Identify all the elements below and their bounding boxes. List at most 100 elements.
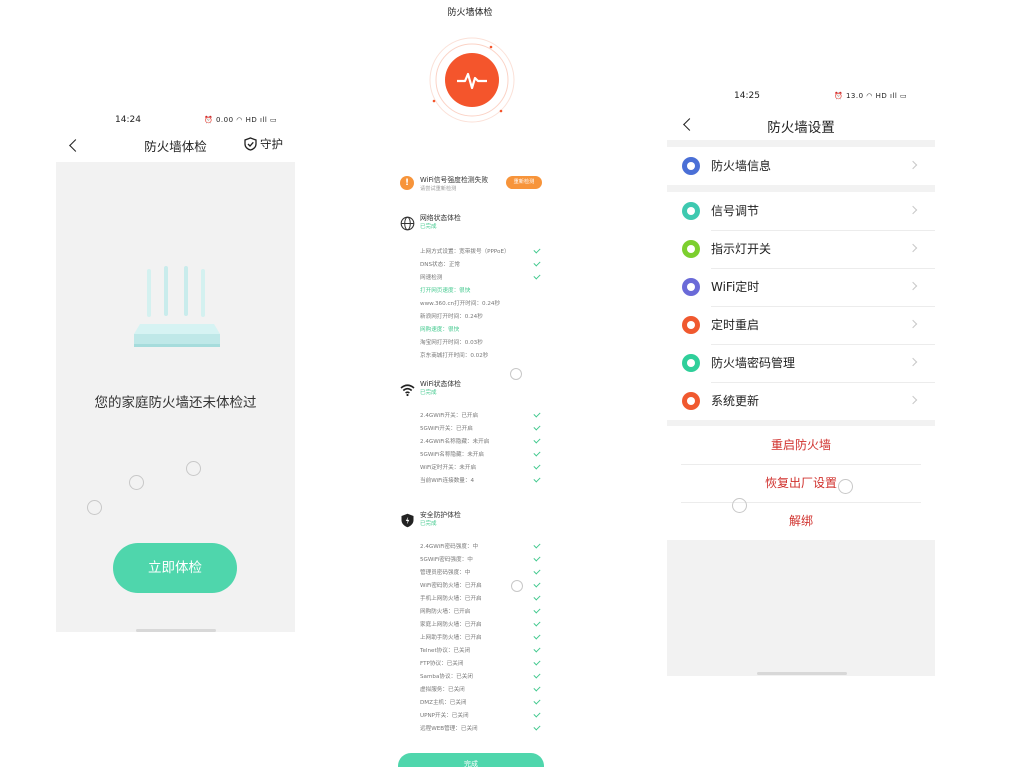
check-item: 京东商城打开时间：0.02秒	[420, 353, 489, 359]
section-title: WiFi状态体检	[420, 380, 461, 388]
settings-group-info: 防火墙信息	[667, 147, 935, 185]
menu-label: 定时重启	[711, 318, 760, 332]
reboot-firewall-button[interactable]: 重启防火墙	[667, 426, 935, 464]
check-item: DMZ主机：已关闭	[420, 700, 467, 706]
hourglass-icon	[682, 278, 700, 296]
check-icon	[533, 567, 541, 575]
chevron-right-icon	[908, 281, 918, 291]
menu-item-password-management[interactable]: 防火墙密码管理	[667, 344, 935, 382]
check-icon	[533, 645, 541, 653]
menu-item-scheduled-reboot[interactable]: 定时重启	[667, 306, 935, 344]
chevron-right-icon	[908, 319, 918, 329]
indicator-light-icon	[682, 240, 700, 258]
check-item: 手机上网防火墙：已开启	[420, 596, 482, 602]
top-bar: 14:25 ⏰ 13.0 ◠ HD ıll ▭ 防火墙设置	[667, 84, 935, 140]
factory-reset-button[interactable]: 恢复出厂设置	[667, 464, 935, 502]
recheck-button[interactable]: 重新检测	[506, 176, 542, 189]
settings-group-functions: 信号调节 指示灯开关 WiFi定时 定时重启 防火墙密码管理 系统更新	[667, 192, 935, 420]
chevron-right-icon	[908, 243, 918, 253]
check-item: 网购防火墙：已开启	[420, 609, 471, 615]
check-item: 上网助手防火墙：已开启	[420, 635, 482, 641]
status-time: 14:25	[734, 91, 760, 101]
home-indicator	[136, 629, 216, 632]
chevron-right-icon	[908, 205, 918, 215]
check-icon	[533, 697, 541, 705]
check-icon	[533, 423, 541, 431]
chevron-right-icon	[908, 160, 918, 170]
start-checkup-button[interactable]: 立即体检	[113, 543, 237, 593]
done-button[interactable]: 完成	[398, 753, 544, 767]
menu-item-indicator-light[interactable]: 指示灯开关	[667, 230, 935, 268]
check-item: www.360.cn打开时间：0.24秒	[420, 301, 501, 307]
page-title: 防火墙体检	[447, 8, 493, 18]
router-illustration	[134, 266, 220, 347]
ripple-circle	[838, 479, 853, 494]
check-item: 当前WiFi连接数量：4	[420, 478, 475, 484]
check-icon	[533, 449, 541, 457]
check-icon	[533, 619, 541, 627]
check-icon	[533, 684, 541, 692]
shield-check-icon[interactable]	[244, 137, 257, 151]
ripple-circle	[129, 475, 144, 490]
check-item: 2.4GWiFi开关：已开启	[420, 413, 479, 419]
check-item: 管理员密码强度：中	[420, 570, 471, 576]
check-item: DNS状态：正常	[420, 262, 461, 268]
check-icon	[533, 632, 541, 640]
chevron-right-icon	[908, 357, 918, 367]
check-item: 淘宝网打开时间：0.03秒	[420, 340, 483, 346]
empty-state-text: 您的家庭防火墙还未体检过	[94, 395, 257, 411]
firewall-settings-screen: 14:25 ⏰ 13.0 ◠ HD ıll ▭ 防火墙设置 防火墙信息 信号调节…	[667, 84, 935, 676]
menu-item-wifi-timer[interactable]: WiFi定时	[667, 268, 935, 306]
alert-subtitle: 请尝试重新检测	[420, 186, 457, 192]
check-item: FTP协议：已关闭	[420, 661, 464, 667]
check-icon	[533, 593, 541, 601]
check-item: UPNP开关：已关闭	[420, 713, 469, 719]
check-item: 打开网页速度：很快	[420, 288, 471, 294]
firewall-info-icon	[682, 157, 700, 175]
check-item: 2.4GWiFi名称隐藏：未开启	[420, 439, 490, 445]
update-icon	[682, 392, 700, 410]
status-icons: ⏰ 13.0 ◠ HD ıll ▭	[834, 92, 908, 100]
check-icon	[533, 606, 541, 614]
menu-item-system-update[interactable]: 系统更新	[667, 382, 935, 420]
check-icon	[533, 554, 541, 562]
settings-group-actions: 重启防火墙 恢复出厂设置 解绑	[667, 426, 935, 540]
check-icon	[533, 475, 541, 483]
signal-check-failed-alert: ! WiFi信号强度检测失败 请尝试重新检测 重新检测	[400, 176, 545, 192]
check-item: Telnet协议：已关闭	[420, 648, 471, 654]
check-item: 网购速度：很快	[420, 327, 460, 333]
status-icons: ⏰ 0.00 ◠ HD ıll ▭	[204, 116, 278, 124]
top-bar: 14:24 ⏰ 0.00 ◠ HD ıll ▭ 防火墙体检 守护	[56, 104, 295, 162]
menu-label: 防火墙密码管理	[711, 356, 796, 370]
menu-label: 防火墙信息	[711, 159, 772, 173]
check-icon	[533, 723, 541, 731]
check-icon	[533, 436, 541, 444]
ripple-circle	[186, 461, 201, 476]
check-icon	[533, 580, 541, 588]
check-icon	[533, 710, 541, 718]
alert-title: WiFi信号强度检测失败	[420, 176, 489, 184]
menu-item-signal[interactable]: 信号调节	[667, 192, 935, 230]
check-icon	[533, 246, 541, 254]
section-status: 已完成	[420, 521, 437, 527]
pulse-scan-graphic	[429, 37, 515, 123]
chevron-right-icon	[908, 395, 918, 405]
signal-icon	[682, 202, 700, 220]
check-item: 新浪网打开时间：0.24秒	[420, 314, 483, 320]
firewall-checkup-empty-screen: 14:24 ⏰ 0.00 ◠ HD ıll ▭ 防火墙体检 守护 您的家庭防火墙…	[56, 104, 295, 632]
check-icon	[533, 272, 541, 280]
check-item: 2.4GWiFi密码强度：中	[420, 544, 479, 550]
menu-item-firewall-info[interactable]: 防火墙信息	[667, 147, 935, 185]
lock-icon	[682, 354, 700, 372]
ripple-circle	[511, 580, 523, 592]
check-item: 5GWiFi开关：已开启	[420, 426, 473, 432]
unbind-button[interactable]: 解绑	[667, 502, 935, 540]
check-icon	[533, 410, 541, 418]
check-icon	[533, 541, 541, 549]
guard-button[interactable]: 守护	[260, 136, 283, 152]
menu-label: 信号调节	[711, 204, 760, 218]
wifi-icon	[400, 384, 415, 397]
check-icon	[533, 671, 541, 679]
check-icon	[533, 658, 541, 666]
menu-label: 指示灯开关	[711, 242, 772, 256]
